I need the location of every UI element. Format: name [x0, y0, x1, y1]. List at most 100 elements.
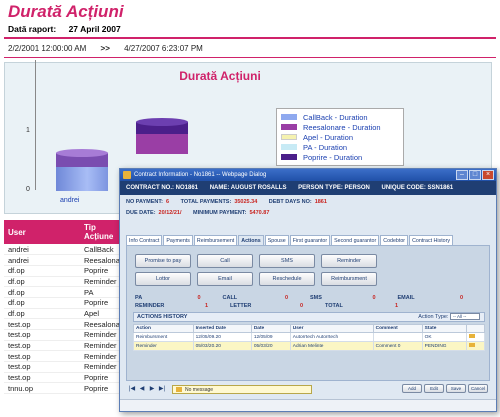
- cell: OK: [421, 332, 467, 342]
- contract-header: CONTRACT NO.: NO1861 NAME: AUGUST ROSALL…: [120, 181, 496, 195]
- unique-code: UNIQUE CODE: SSN1861: [381, 185, 454, 191]
- call-label: CALL: [222, 295, 238, 301]
- action-type-label: Action Type:: [418, 314, 449, 320]
- contract-info: NO PAYMENT: 6 TOTAL PAYMENTS: 35025.34 DEB…: [120, 195, 496, 221]
- letter-button[interactable]: Lottor: [135, 272, 191, 286]
- reminder-button[interactable]: Reminder: [321, 254, 377, 268]
- legend-item: Poprire - Duration: [281, 152, 399, 162]
- y-tick-label: 0: [26, 186, 30, 193]
- actions-history-table: Action Inserted Date Date User Comment S…: [133, 324, 486, 351]
- prev-record-icon[interactable]: ◀: [138, 385, 146, 393]
- column-header-user: User: [4, 220, 80, 244]
- column-header-comment: Comment: [372, 324, 423, 333]
- bar-2: [136, 118, 188, 154]
- call-button[interactable]: Call: [197, 254, 253, 268]
- folder-icon[interactable]: [468, 343, 475, 347]
- last-record-icon[interactable]: ▶|: [158, 385, 166, 393]
- legend-swatch: [281, 124, 297, 130]
- due-date-label: DUE DATE:: [126, 210, 156, 216]
- contract-no: CONTRACT NO.: NO1861: [126, 185, 199, 191]
- next-record-icon[interactable]: ▶: [148, 385, 156, 393]
- form-buttons: Add Edit Save Cancel: [402, 384, 488, 393]
- table-header-row: Action Inserted Date Date User Comment S…: [133, 324, 486, 333]
- range-start: 2/2/2001 12:00:00 AM: [8, 44, 87, 53]
- save-button[interactable]: Save: [446, 384, 466, 393]
- action-type-select[interactable]: -- All --: [450, 313, 480, 321]
- sms-value: 0: [372, 295, 376, 301]
- email-button[interactable]: Email: [197, 272, 253, 286]
- bar-cap: [136, 118, 188, 126]
- column-header-date: Date: [250, 324, 291, 333]
- pa-label: PA: [135, 295, 143, 301]
- email-value: 0: [459, 295, 463, 301]
- maximize-icon[interactable]: □: [469, 170, 481, 180]
- cell: 05/03/20.20: [192, 341, 252, 351]
- cell-user: test.op: [4, 350, 80, 363]
- cell-user: test.op: [4, 372, 80, 384]
- column-header-inserted-date: Inserted Date: [192, 324, 252, 333]
- column-header-action: Action: [133, 324, 194, 333]
- column-header-state: State: [421, 324, 467, 333]
- cell-user: df.op: [4, 308, 80, 320]
- cell-user: df.op: [4, 286, 80, 298]
- reschedule-button[interactable]: Reschedule: [259, 272, 315, 286]
- report-date-label: Dată raport:: [8, 24, 57, 34]
- dialog-titlebar[interactable]: Contract Information - No1861 -- Webpage…: [120, 169, 496, 181]
- bar-segment-reesalonare: [136, 134, 188, 154]
- min-payment-value: 5470.87: [249, 210, 270, 216]
- divider: [4, 57, 496, 58]
- chart-title: Durată Acțiuni: [179, 69, 261, 83]
- min-payment-label: MINIMUM PAYMENT:: [193, 210, 247, 216]
- reminder-value: 1: [204, 303, 208, 309]
- promise-to-pay-button[interactable]: Promise to pay: [135, 254, 191, 268]
- legend-label: Apel - Duration: [303, 132, 354, 142]
- cell-user: test.op: [4, 329, 80, 341]
- cell: PENDING: [421, 341, 467, 351]
- edit-button[interactable]: Edit: [424, 384, 444, 393]
- cell: 12/05/09: [250, 332, 291, 342]
- close-icon[interactable]: ×: [482, 170, 494, 180]
- total-value: 1: [394, 303, 398, 309]
- divider: [4, 37, 496, 39]
- bar-segment-callback: [56, 167, 108, 191]
- total-payments-value: 35025.34: [234, 199, 258, 205]
- legend-item: Reesalonare - Duration: [281, 122, 399, 132]
- action-type-filter: Action Type: -- All --: [418, 313, 480, 322]
- add-button[interactable]: Add: [402, 384, 422, 393]
- debt-days-label: DEBT DAYS NO:: [268, 199, 312, 205]
- minimize-icon[interactable]: –: [456, 170, 468, 180]
- cell-user: df.op: [4, 265, 80, 277]
- first-record-icon[interactable]: |◀: [128, 385, 136, 393]
- bar-segment-poprire: [136, 118, 188, 134]
- folder-icon[interactable]: [468, 334, 475, 338]
- reimbursment-button[interactable]: Reimbursment: [321, 272, 377, 286]
- date-range: 2/2/2001 12:00:00 AM >> 4/27/2007 6:23:0…: [8, 44, 203, 53]
- stats-row: PA 0 CALL 0 SMS 0 EMAIL 0: [135, 294, 485, 302]
- legend-label: PA - Duration: [303, 142, 348, 152]
- legend-swatch: [281, 154, 297, 160]
- cell: 05/03/20: [250, 341, 291, 351]
- due-date-value: 20/12/21/: [158, 210, 182, 216]
- sms-button[interactable]: SMS: [259, 254, 315, 268]
- total-label: TOTAL: [325, 303, 343, 309]
- no-payment-label: NO PAYMENT:: [126, 199, 163, 205]
- cell-user: df.op: [4, 276, 80, 288]
- email-label: EMAIL: [397, 295, 415, 301]
- column-header-user: User: [289, 324, 374, 333]
- y-tick-label: 1: [26, 127, 30, 134]
- actions-history-header: ACTIONS HISTORY Action Type: -- All --: [133, 312, 485, 322]
- legend-swatch: [281, 134, 297, 140]
- cell: [465, 341, 486, 351]
- bar-segment-reesalonare: [56, 149, 108, 167]
- table-row[interactable]: Reminder 05/03/20.20 05/03/20 Adrian Mel…: [133, 341, 486, 351]
- table-row[interactable]: Reimbursment 12/05/09.20 12/05/09 Autorr…: [133, 332, 486, 342]
- message-box: No message: [172, 384, 312, 394]
- contract-name: NAME: AUGUST ROSALLS: [209, 185, 287, 191]
- no-payment-value: 6: [165, 199, 170, 205]
- contract-dialog: Contract Information - No1861 -- Webpage…: [119, 168, 497, 412]
- cell: [465, 332, 486, 342]
- cancel-button[interactable]: Cancel: [468, 384, 488, 393]
- cell: Reimbursment: [133, 332, 194, 342]
- bar-andrei: [56, 149, 108, 191]
- pa-value: 0: [197, 295, 201, 301]
